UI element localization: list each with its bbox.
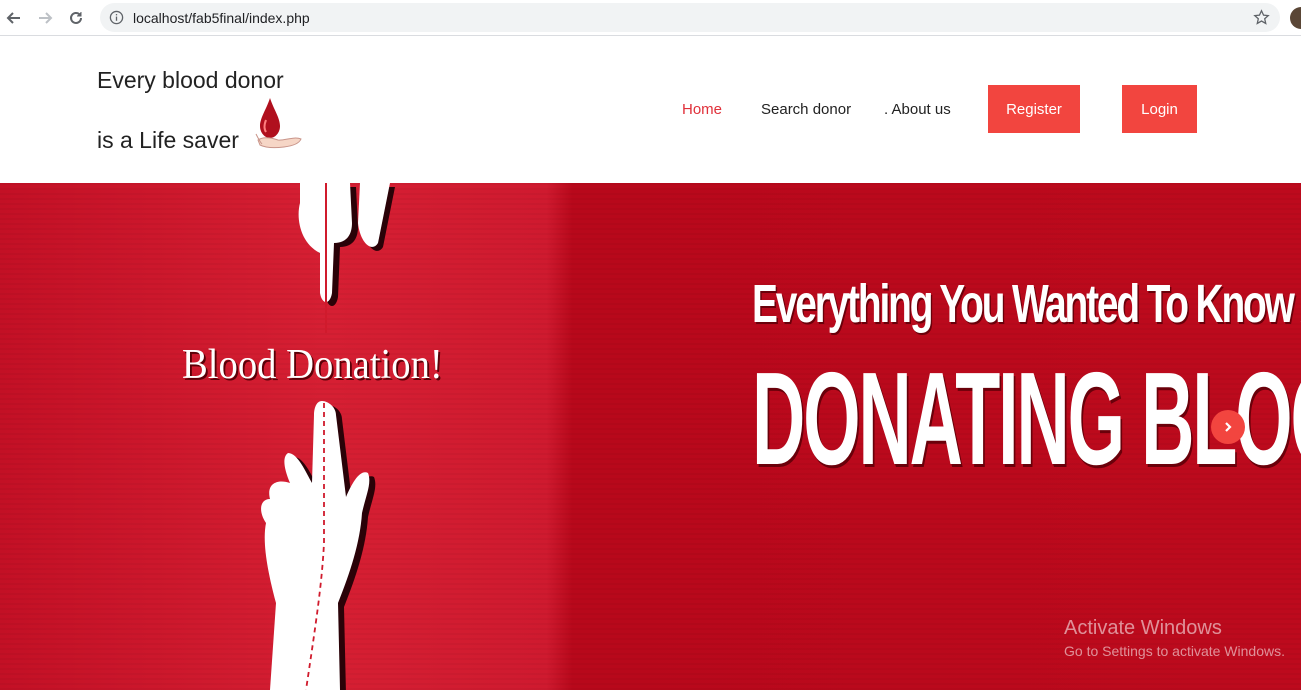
blood-drop-hand-logo [255, 98, 302, 149]
profile-avatar[interactable] [1290, 7, 1301, 29]
star-icon[interactable] [1253, 9, 1270, 26]
back-button[interactable] [2, 6, 26, 30]
nav-home[interactable]: Home [682, 101, 722, 118]
reload-button[interactable] [64, 6, 88, 30]
tagline-line2: is a Life saver [97, 127, 239, 153]
register-button[interactable]: Register [988, 85, 1080, 133]
windows-activation-watermark: Activate Windows Go to Settings to activ… [1064, 617, 1285, 659]
forward-button[interactable] [33, 6, 57, 30]
nav-search-donor[interactable]: Search donor [761, 101, 851, 118]
carousel-next-button[interactable] [1211, 410, 1245, 444]
forward-arrow-icon [39, 12, 53, 24]
login-button[interactable]: Login [1122, 85, 1197, 133]
reload-icon [70, 11, 82, 24]
hero-left-caption: Blood Donation! [182, 342, 443, 388]
back-arrow-icon [6, 12, 20, 24]
bottom-hand [261, 401, 376, 690]
watermark-line1: Activate Windows [1064, 617, 1222, 639]
url-text[interactable]: localhost/fab5final/index.php [133, 10, 310, 26]
hero-headline-small: Everything You Wanted To Know About [752, 274, 1301, 334]
hero-carousel: Blood Donation! Everything You Wanted To… [0, 183, 1301, 690]
hands-illustration [261, 183, 395, 690]
tagline-line1: Every blood donor [97, 67, 284, 93]
browser-toolbar: localhost/fab5final/index.php [0, 0, 1301, 36]
info-icon[interactable] [109, 10, 124, 25]
nav-about-us[interactable]: . About us [884, 101, 951, 118]
site-header: Every blood donor is a Life saver Home S… [0, 36, 1301, 183]
chevron-right-icon [1225, 422, 1232, 432]
watermark-line2: Go to Settings to activate Windows. [1064, 643, 1285, 659]
address-bar[interactable]: localhost/fab5final/index.php [100, 3, 1280, 32]
top-hand [298, 183, 395, 333]
